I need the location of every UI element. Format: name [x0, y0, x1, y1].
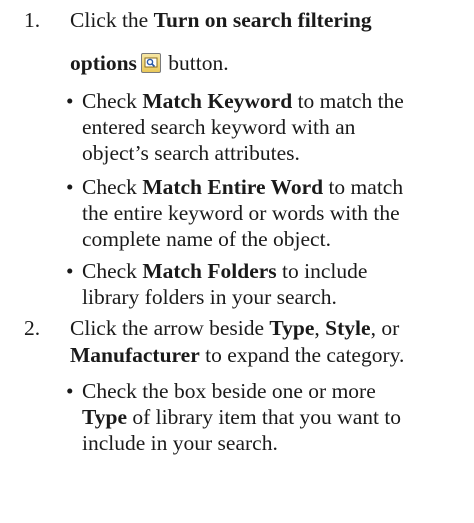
bullet-line-2: Type of library item that you want to — [82, 404, 474, 430]
bullet-line-1: Check the box beside one or more — [82, 379, 376, 403]
bullet-dot: • — [66, 379, 74, 403]
ui-label-style: Style — [325, 316, 371, 340]
ui-label-options: options — [70, 51, 137, 75]
step-text: Click the — [70, 8, 154, 32]
ui-label-turn-on-search-filtering: Turn on search filtering — [153, 8, 372, 32]
bullet-line-1: Check Match Keyword to match the — [82, 88, 474, 114]
step-text: Click the arrow beside — [70, 316, 270, 340]
step-1-line-1: Click the Turn on search filtering — [70, 8, 372, 32]
bullet-line-3: include in your search. — [82, 431, 278, 455]
bullet-line-3: complete name of the object. — [82, 227, 331, 251]
bullet-text: to include — [276, 259, 368, 283]
bullet-line-3: object’s search attributes. — [82, 141, 300, 165]
ui-label-type: Type — [269, 316, 315, 340]
bullet-line-2: the entire keyword or words with the — [82, 201, 400, 225]
bullet-line-2: entered search keyword with an — [82, 115, 356, 139]
search-filter-icon — [140, 53, 161, 73]
bullet-text: of library item that you want to — [127, 405, 402, 429]
bullet-text: Check — [82, 175, 143, 199]
bullet-dot: • — [66, 259, 74, 283]
step-number: 1. — [24, 8, 41, 32]
bullet-dot: • — [66, 175, 74, 199]
instructions-document: 1. Click the Turn on search filtering op… — [0, 0, 474, 523]
bullet-text: to match — [323, 175, 404, 199]
ui-label-match-entire-word: Match Entire Word — [142, 175, 324, 199]
bullet-text: to match the — [292, 89, 404, 113]
step-text: , or — [370, 316, 400, 340]
ui-label-match-keyword: Match Keyword — [142, 89, 293, 113]
bullet-text: Check — [82, 89, 143, 113]
ui-label-type: Type — [82, 405, 127, 429]
bullet-line-1: Check Match Entire Word to match — [82, 174, 474, 200]
step-2-line-1: Click the arrow beside Type, Style, or — [70, 316, 399, 340]
ui-label-match-folders: Match Folders — [142, 259, 277, 283]
step-text: button. — [162, 51, 229, 75]
bullet-dot: • — [66, 89, 74, 113]
step-2-line-2: Manufacturer to expand the category. — [70, 343, 404, 367]
step-text: , — [314, 316, 326, 340]
bullet-line-1: Check Match Folders to include — [82, 258, 474, 284]
bullet-text: Check — [82, 259, 143, 283]
step-1-line-2: options button. — [70, 51, 229, 75]
step-text: to expand the category. — [199, 343, 405, 367]
step-number: 2. — [24, 316, 41, 340]
ui-label-manufacturer: Manufacturer — [70, 343, 200, 367]
bullet-line-2: library folders in your search. — [82, 285, 337, 309]
